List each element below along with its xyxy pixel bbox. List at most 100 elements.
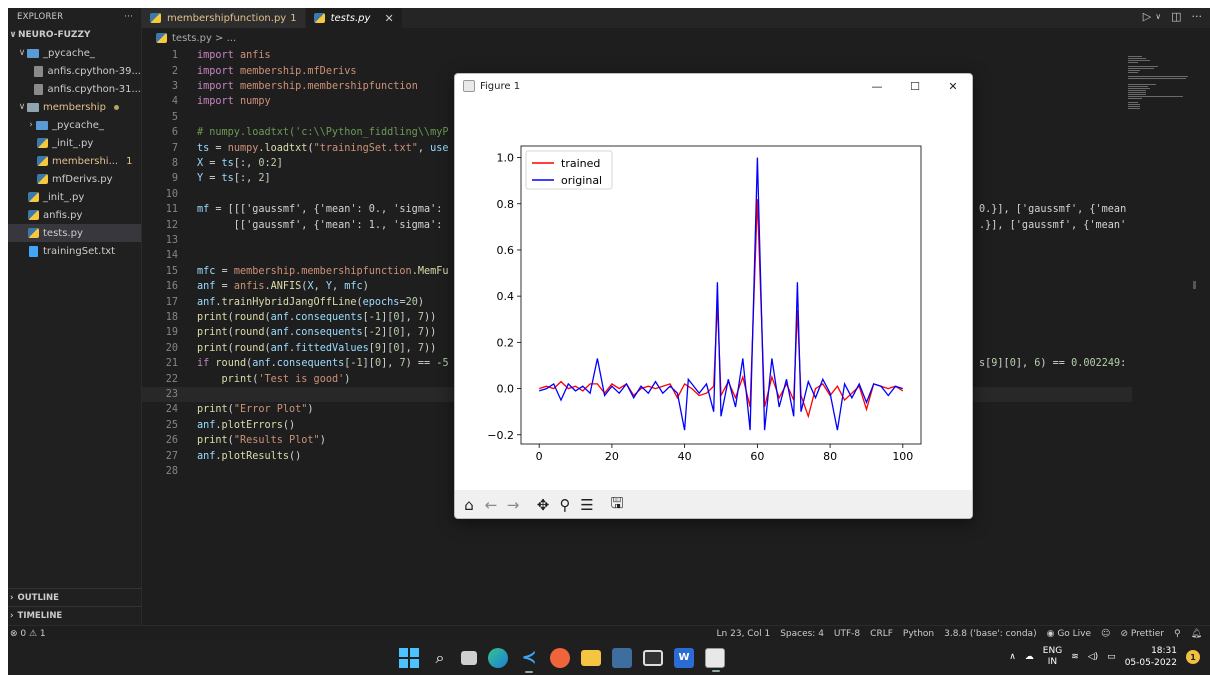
y-tick-label: 0.4 — [497, 290, 515, 303]
explorer-item[interactable]: anfis.cpython-31... — [8, 80, 141, 98]
close-button[interactable]: ✕ — [934, 74, 972, 98]
explorer-item[interactable]: trainingSet.txt — [8, 242, 141, 260]
minimap-line — [1128, 66, 1158, 67]
task-view-icon[interactable] — [461, 651, 477, 665]
code-text: print("Error Plot") — [197, 404, 314, 416]
wifi-icon[interactable]: ≋ — [1071, 652, 1079, 662]
tab-membershipfunction[interactable]: membershipfunction.py 1 — [142, 8, 306, 28]
minimap[interactable] — [1126, 48, 1196, 625]
split-editor-icon[interactable]: ◫ — [1171, 10, 1181, 23]
explorer-title: EXPLORER — [17, 12, 64, 22]
timeline-section[interactable]: › TIMELINE — [8, 606, 142, 624]
zoom-icon[interactable]: ⚲ — [555, 494, 575, 516]
vscode-window: EXPLORER ··· ∨ NEURO-FUZZY ∨ _pycache_ anf… — [8, 8, 1210, 675]
notification-badge[interactable]: 1 — [1186, 650, 1200, 664]
y-tick-label: 0.6 — [497, 244, 515, 257]
language-indicator[interactable]: ENG IN — [1043, 646, 1062, 668]
line-number: 7 — [171, 142, 178, 154]
forward-arrow-icon[interactable]: → — [503, 494, 523, 516]
volume-icon[interactable]: ◁) — [1088, 652, 1098, 662]
python-interpreter[interactable]: 3.8.8 ('base': conda) — [944, 629, 1036, 639]
edge-icon[interactable] — [488, 648, 508, 668]
minimap-line — [1128, 62, 1138, 63]
word-icon[interactable]: W — [674, 648, 694, 668]
terminal-icon[interactable] — [643, 650, 663, 666]
minimap-line — [1128, 60, 1150, 61]
figure-toolbar: ⌂ ← → ✥ ⚲ ☰ 🖫︎ — [455, 490, 972, 518]
line-ending[interactable]: CRLF — [870, 629, 893, 639]
clock[interactable]: 18:31 05-05-2022 — [1125, 645, 1177, 669]
vscode-icon[interactable]: ≺ — [519, 648, 539, 673]
line-number: 19 — [165, 327, 178, 339]
tab-label: membershipfunction.py — [167, 12, 287, 24]
chevron-down-icon[interactable]: ∨ — [1155, 12, 1161, 23]
tab-tests[interactable]: tests.py ✕ — [305, 8, 403, 28]
code-line[interactable]: 1 import anfis — [142, 48, 1132, 63]
scrollbar-thumb[interactable] — [1193, 281, 1196, 289]
file-explorer-icon[interactable] — [581, 650, 601, 666]
timeline-label: TIMELINE — [17, 610, 63, 621]
brave-icon[interactable] — [550, 648, 570, 668]
minimize-button[interactable]: — — [858, 74, 896, 98]
outline-label: OUTLINE — [17, 592, 59, 603]
python-file-icon — [27, 192, 39, 203]
go-live-button[interactable]: ◉ Go Live — [1047, 629, 1091, 639]
explorer-item[interactable]: tests.py — [8, 224, 141, 242]
app-icon[interactable] — [612, 648, 632, 668]
explorer-item-label: anfis.py — [43, 209, 83, 221]
breadcrumb[interactable]: tests.py > ... — [156, 30, 236, 46]
y-tick-label: 0.0 — [497, 383, 515, 396]
home-icon[interactable]: ⌂ — [459, 494, 479, 516]
chevron-down-icon: ∨ — [18, 102, 26, 112]
lang-secondary: IN — [1047, 657, 1058, 667]
explorer-more-button[interactable]: ··· — [124, 12, 133, 22]
configure-subplots-icon[interactable]: ☰ — [577, 494, 597, 516]
encoding[interactable]: UTF-8 — [834, 629, 860, 639]
code-text: print(round(anf.consequents[-1][0], 7)) — [197, 311, 437, 323]
explorer-item[interactable]: ∨ membership — [8, 98, 141, 116]
bell-icon[interactable]: 🔔︎ — [1191, 629, 1202, 639]
code-text: import anfis — [197, 50, 271, 62]
code-text: ts = numpy.loadtxt("trainingSet.txt", us… — [197, 142, 449, 154]
cursor-position[interactable]: Ln 23, Col 1 — [717, 629, 771, 639]
indentation[interactable]: Spaces: 4 — [780, 629, 824, 639]
explorer-item[interactable]: _init_.py — [8, 188, 141, 206]
line-number: 27 — [165, 450, 178, 462]
code-text: import numpy — [197, 96, 271, 108]
back-arrow-icon[interactable]: ← — [481, 494, 501, 516]
explorer-root-folder[interactable]: ∨ NEURO-FUZZY — [8, 26, 141, 44]
maximize-button[interactable]: ☐ — [896, 74, 934, 98]
cloud-icon[interactable]: ☁ — [1025, 652, 1034, 662]
minimap-line — [1128, 88, 1150, 89]
windows-start-icon[interactable] — [399, 648, 419, 668]
plot-canvas[interactable]: 0 20 40 60 80 100 −0.2 0.0 0.2 0.4 0.6 0.8 1.0 traine… — [455, 98, 972, 490]
figure-titlebar[interactable]: Figure 1 — ☐ ✕ — [455, 74, 972, 98]
explorer-item[interactable]: anfis.py — [8, 206, 141, 224]
line-number: 15 — [165, 265, 178, 277]
close-icon[interactable]: ✕ — [384, 12, 393, 25]
feedback-icon[interactable]: ⚲ — [1174, 629, 1181, 639]
save-icon[interactable]: 🖫︎ — [607, 494, 627, 516]
windows-taskbar: ⌕ ≺ W ∧ ☁ ENG IN ≋ ◁) ▭ 18:31 05-05-2022 — [8, 641, 1210, 675]
prettier-button[interactable]: ⊘ Prettier — [1120, 629, 1164, 639]
explorer-item[interactable]: ∨ _pycache_ — [8, 44, 141, 62]
explorer-item[interactable]: anfis.cpython-39... — [8, 62, 141, 80]
run-icon[interactable]: ▷ — [1143, 10, 1151, 23]
more-actions-icon[interactable]: ··· — [1192, 10, 1203, 23]
problem-count-badge: 1 — [126, 155, 133, 167]
figure-window-icon[interactable] — [705, 648, 725, 672]
language-mode[interactable]: Python — [903, 629, 934, 639]
code-text: Y = ts[:, 2] — [197, 173, 271, 185]
pan-icon[interactable]: ✥ — [533, 494, 553, 516]
outline-section[interactable]: › OUTLINE — [8, 588, 142, 606]
explorer-item[interactable]: mfDerivs.py — [8, 170, 141, 188]
problems-indicator[interactable]: ⊗ 0 ⚠ 1 — [8, 629, 46, 639]
explorer-item[interactable]: _init_.py — [8, 134, 141, 152]
battery-icon[interactable]: ▭ — [1107, 652, 1116, 662]
search-icon[interactable]: ⌕ — [430, 648, 450, 668]
clock-date: 05-05-2022 — [1124, 658, 1177, 668]
copilot-icon[interactable]: ☺ — [1101, 629, 1110, 639]
chevron-up-icon[interactable]: ∧ — [1009, 652, 1016, 662]
explorer-item[interactable]: › _pycache_ — [8, 116, 141, 134]
explorer-item[interactable]: membershi... 1 — [8, 152, 141, 170]
